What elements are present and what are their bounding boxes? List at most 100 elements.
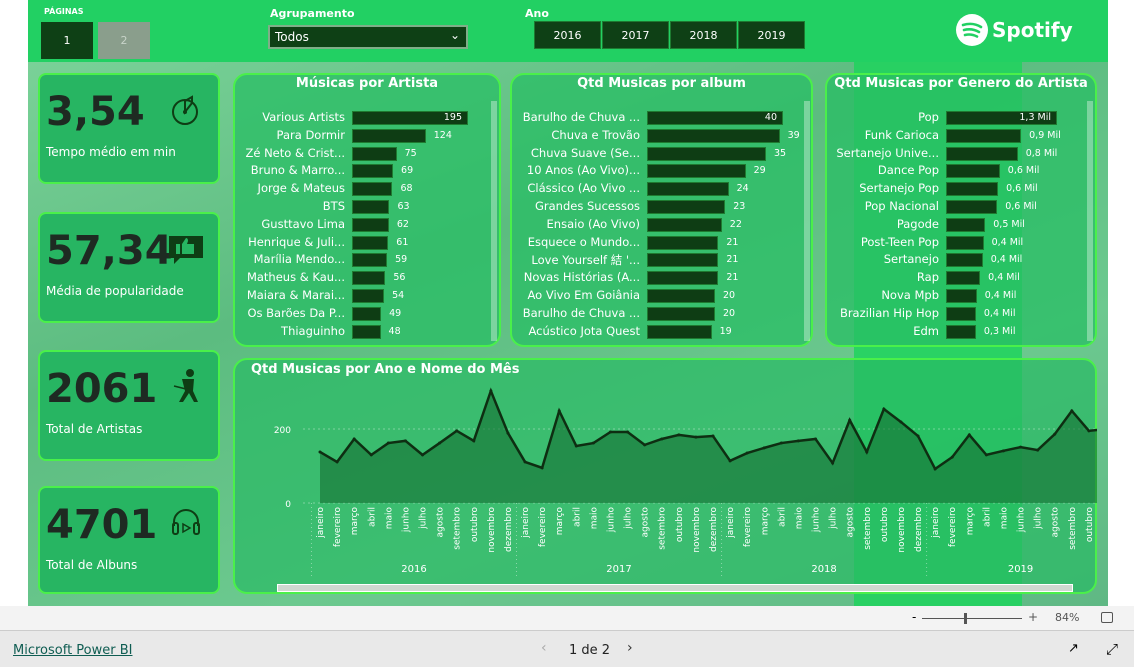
bar-row[interactable]: Sertanejo Unive... 0,8 Mil [827,146,1095,161]
bar[interactable] [352,146,397,161]
report-header: PÁGINAS 1 2 Agrupamento Todos ⌄ Ano 2016 … [28,0,1108,62]
next-page-button[interactable]: › [627,640,633,656]
bar-row[interactable]: Grandes Sucessos 23 [512,199,811,214]
bar[interactable] [647,146,766,161]
bar[interactable] [647,235,719,250]
bar-value: 48 [388,325,401,337]
bar[interactable] [946,217,986,232]
bar[interactable] [946,146,1018,161]
bar[interactable] [647,271,719,286]
previous-page-button[interactable]: ‹ [541,640,547,656]
year-2016-button[interactable]: 2016 [534,21,601,49]
bar-row[interactable]: Brazilian Hip Hop 0,4 Mil [827,306,1095,321]
bar[interactable] [647,253,719,268]
bar-row[interactable]: Love Yourself 結 '... 21 [512,252,811,268]
bar[interactable] [647,128,780,143]
bar[interactable] [946,128,1022,143]
bar[interactable] [946,289,977,303]
bar-row[interactable]: Jorge & Mateus 68 [235,181,499,197]
bar-row[interactable]: Ao Vivo Em Goiânia 20 [512,288,811,303]
bar[interactable] [352,164,394,179]
bar[interactable] [352,324,381,339]
fullscreen-icon[interactable]: ⤢ [1106,640,1118,658]
bar[interactable] [647,164,746,179]
bar[interactable] [352,271,386,286]
bar-row[interactable]: Funk Carioca 0,9 Mil [827,128,1095,143]
bar[interactable] [946,200,998,214]
zoom-in-button[interactable]: + [1028,610,1038,624]
bar-row[interactable]: Acústico Jota Quest 19 [512,324,811,339]
bar-row[interactable]: Marília Mendo... 59 [235,252,499,268]
bar-row[interactable]: BTS 63 [235,199,499,214]
bar[interactable] [352,128,426,143]
year-2017-button[interactable]: 2017 [602,21,669,49]
bar-row[interactable]: Post-Teen Pop 0,4 Mil [827,235,1095,250]
share-icon[interactable]: ↗ [1068,641,1079,656]
bar-row[interactable]: Nova Mpb 0,4 Mil [827,288,1095,303]
bar[interactable] [647,182,729,197]
bar-row[interactable]: Novas Histórias (A... 21 [512,270,811,286]
bar-row[interactable]: Pagode 0,5 Mil [827,217,1095,232]
bar-row[interactable]: Various Artists 195 [235,110,499,125]
zoom-slider[interactable] [922,613,1022,624]
bar-row[interactable]: Barulho de Chuva ... 20 [512,306,811,321]
bar-row[interactable]: Gusttavo Lima 62 [235,217,499,232]
bar[interactable] [946,164,1000,179]
bar[interactable] [352,200,390,214]
bar[interactable] [352,182,393,197]
bar[interactable] [647,200,726,214]
bar[interactable] [352,306,382,321]
bar-row[interactable]: Edm 0,3 Mil [827,324,1095,339]
bar[interactable] [946,182,999,197]
bar-row[interactable]: Esquece o Mundo... 21 [512,235,811,250]
bar[interactable] [647,289,715,303]
x-tick-label: novembro [692,507,702,553]
grouping-dropdown[interactable]: Todos ⌄ [268,25,468,49]
year-2019-button[interactable]: 2019 [738,21,805,49]
x-tick-label: fevereiro [948,507,958,548]
bar-row[interactable]: Bruno & Marro... 69 [235,163,499,179]
bar[interactable] [647,217,722,232]
bar[interactable] [946,306,976,321]
bar-row[interactable]: Dance Pop 0,6 Mil [827,163,1095,179]
bar-row[interactable]: Barulho de Chuva ... 40 [512,110,811,125]
bar[interactable] [647,306,715,321]
bar-row[interactable]: Zé Neto & Crist... 75 [235,146,499,161]
bar-row[interactable]: Thiaguinho 48 [235,324,499,339]
bar-row[interactable]: 10 Anos (Ao Vivo)... 29 [512,163,811,179]
powerbi-link[interactable]: Microsoft Power BI [13,643,132,658]
bar[interactable] [352,253,388,268]
kpi-card-avg-time: 3,54 Tempo médio em min [38,73,220,184]
bar-row[interactable]: Pop Nacional 0,6 Mil [827,199,1095,214]
bar[interactable] [946,324,976,339]
bar-row[interactable]: Henrique & Juli... 61 [235,235,499,250]
bar[interactable] [647,111,783,125]
bar-row[interactable]: Para Dormir 124 [235,128,499,143]
bar-row[interactable]: Sertanejo Pop 0,6 Mil [827,181,1095,197]
fit-to-page-icon[interactable] [1101,612,1113,623]
bar-row[interactable]: Maiara & Marai... 54 [235,288,499,303]
bar[interactable] [946,253,983,268]
horizontal-scrollbar[interactable] [277,584,1073,592]
bar-row[interactable]: Chuva Suave (Se... 35 [512,146,811,161]
page-1-button[interactable]: 1 [41,22,93,59]
bar[interactable] [946,235,984,250]
bar[interactable] [352,289,385,303]
year-2018-button[interactable]: 2018 [670,21,737,49]
bar-row[interactable]: Matheus & Kau... 56 [235,270,499,286]
bar[interactable] [352,235,389,250]
bar-row[interactable]: Chuva e Trovão 39 [512,128,811,143]
bar-row[interactable]: Sertanejo 0,4 Mil [827,252,1095,268]
bar[interactable] [352,217,389,232]
page-2-button[interactable]: 2 [98,22,150,59]
zoom-slider-thumb[interactable] [964,613,967,624]
bar-row[interactable]: Ensaio (Ao Vivo) 22 [512,217,811,232]
bar-row[interactable]: Os Barões Da P... 49 [235,306,499,321]
bar-row[interactable]: Rap 0,4 Mil [827,270,1095,286]
bar[interactable] [647,324,712,339]
bar-row[interactable]: Pop 1,3 Mil [827,110,1095,125]
zoom-out-button[interactable]: - [912,610,916,624]
bar-row[interactable]: Clássico (Ao Vivo ... 24 [512,181,811,197]
bar[interactable] [946,271,981,286]
x-tick-label: setembro [863,507,873,550]
